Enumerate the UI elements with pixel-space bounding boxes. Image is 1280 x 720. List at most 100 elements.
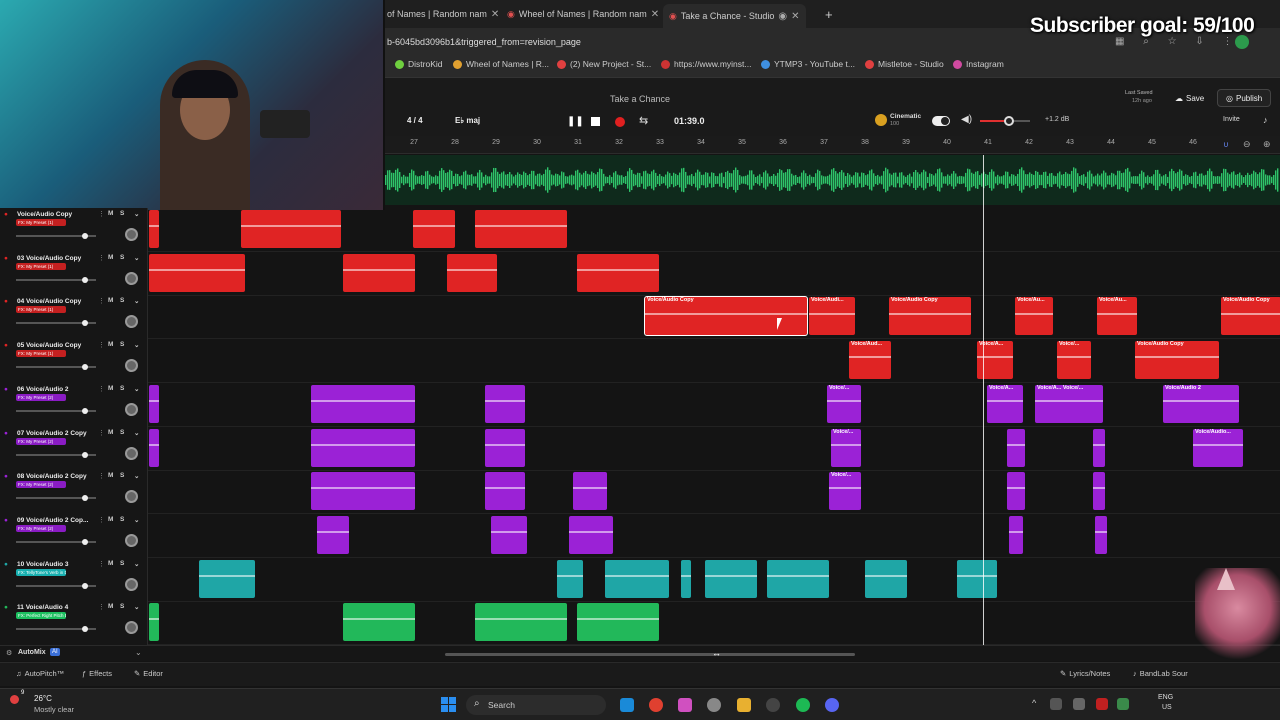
taskbar-search[interactable]: ⌕ Search — [466, 695, 606, 715]
audio-clip[interactable] — [577, 253, 659, 292]
drag-handle-icon[interactable]: ⋮ — [98, 516, 105, 524]
stop-icon[interactable] — [591, 117, 600, 126]
browser-tab-active[interactable]: ◉ Take a Chance - Studio ◉ ✕ — [663, 4, 806, 28]
chevron-down-icon[interactable]: ⌄ — [134, 210, 139, 218]
chevron-down-icon[interactable]: ⌄ — [134, 472, 139, 480]
browser-tab[interactable]: of Names | Random nam ✕ — [387, 4, 499, 24]
slider-thumb[interactable] — [82, 451, 88, 458]
chrome-icon[interactable] — [649, 698, 663, 712]
track-volume-slider[interactable] — [16, 233, 96, 239]
track-name[interactable]: 05 Voice/Audio Copy — [17, 342, 81, 349]
audio-clip[interactable] — [681, 559, 691, 598]
mute-button[interactable]: M — [108, 603, 113, 610]
spotify-icon[interactable] — [796, 698, 810, 712]
slider-thumb[interactable] — [82, 626, 88, 633]
track-name[interactable]: 07 Voice/Audio 2 Copy — [17, 430, 87, 437]
audio-clip[interactable] — [573, 472, 607, 511]
audio-clip[interactable]: Voice/... — [829, 472, 861, 511]
pan-knob[interactable] — [125, 228, 138, 241]
audio-clip[interactable] — [149, 384, 159, 423]
publish-button[interactable]: ◎ Publish — [1217, 89, 1272, 107]
zoom-out-icon[interactable]: ⊖ — [1243, 139, 1251, 150]
automix-label[interactable]: AutoMix — [18, 649, 46, 656]
save-button[interactable]: ☁ Save — [1169, 90, 1210, 106]
audio-clip[interactable] — [1009, 515, 1023, 554]
track-name[interactable]: Voice/Audio Copy — [17, 211, 72, 218]
autopitch-button[interactable]: ♫ AutoPitch™ — [16, 669, 64, 678]
slider-thumb[interactable] — [82, 538, 88, 545]
timeline-ruler[interactable]: 27 28 29 30 31 32 33 34 35 36 37 38 39 40 41 42 43 44 45 46… — [385, 136, 1280, 154]
audio-clip[interactable] — [447, 253, 497, 292]
track-name[interactable]: 08 Voice/Audio 2 Copy — [17, 473, 87, 480]
edge-icon[interactable] — [620, 698, 634, 712]
track-name[interactable]: 04 Voice/Audio Copy — [17, 298, 81, 305]
solo-button[interactable]: S — [120, 603, 124, 610]
pan-knob[interactable] — [125, 315, 138, 329]
audio-clip[interactable] — [311, 384, 415, 423]
track-fx-preset[interactable]: FX: My Preset (2) — [16, 481, 66, 489]
audio-clip[interactable] — [475, 210, 567, 248]
track-fx-preset[interactable]: FX: Perfect Right Pitch Bks — [16, 612, 66, 620]
audio-clip[interactable]: Voice/A... — [987, 384, 1023, 423]
solo-button[interactable]: S — [120, 560, 124, 567]
mute-button[interactable]: M — [108, 560, 113, 567]
track-volume-slider[interactable] — [16, 364, 96, 371]
close-icon[interactable]: ✕ — [651, 9, 659, 20]
settings-icon[interactable] — [707, 698, 721, 712]
audio-clip[interactable]: Voice/Audio 2 — [1163, 384, 1239, 423]
pan-knob[interactable] — [125, 490, 138, 504]
track-volume-slider[interactable] — [16, 582, 96, 589]
audio-clip[interactable]: Voice/... — [827, 384, 861, 423]
copilot-icon[interactable] — [678, 698, 692, 712]
audio-clip[interactable] — [957, 559, 997, 598]
solo-button[interactable]: S — [120, 341, 124, 348]
track-volume-slider[interactable] — [16, 276, 96, 283]
horizontal-scrollbar[interactable] — [445, 653, 855, 656]
slider-thumb[interactable] — [82, 276, 88, 283]
obs-icon[interactable] — [766, 698, 780, 712]
time-signature[interactable]: 4 / 4 — [407, 116, 423, 125]
audio-clip[interactable] — [1007, 428, 1025, 467]
slider-thumb[interactable] — [82, 364, 88, 371]
audio-clip[interactable]: Voice/Au... — [1097, 297, 1137, 336]
key-selector[interactable]: E♭ maj — [455, 116, 480, 125]
audio-clip[interactable] — [605, 559, 669, 598]
track-header[interactable]: ● 04 Voice/Audio Copy FX: My Preset (1) … — [0, 295, 148, 340]
new-tab-button[interactable]: + — [825, 4, 833, 24]
bell-icon[interactable]: ♪ — [1263, 115, 1268, 125]
track-volume-slider[interactable] — [16, 626, 96, 633]
drag-handle-icon[interactable]: ⋮ — [98, 341, 105, 349]
track-header[interactable]: ● 05 Voice/Audio Copy FX: My Preset (1) … — [0, 339, 148, 384]
drag-handle-icon[interactable]: ⋮ — [98, 603, 105, 611]
track-header[interactable]: ● 09 Voice/Audio 2 Cop... FX: My Preset … — [0, 513, 148, 558]
audio-clip[interactable]: Voice/Audio Copy — [889, 297, 971, 336]
audio-clip[interactable] — [485, 472, 525, 511]
bookmark-item[interactable]: YTMP3 - YouTube t... — [761, 59, 855, 69]
pan-knob[interactable] — [125, 446, 138, 460]
close-icon[interactable]: ✕ — [491, 9, 499, 20]
record-icon[interactable] — [615, 117, 625, 127]
track-name[interactable]: 06 Voice/Audio 2 — [17, 386, 69, 393]
audio-clip[interactable] — [149, 253, 245, 292]
cinematic-toggle[interactable] — [932, 116, 950, 126]
audio-clip[interactable] — [343, 603, 415, 642]
slider-thumb[interactable] — [82, 407, 88, 414]
track-volume-slider[interactable] — [16, 495, 96, 502]
mute-button[interactable]: M — [108, 210, 113, 217]
mute-button[interactable]: M — [108, 341, 113, 348]
track-header[interactable]: ● 03 Voice/Audio Copy FX: My Preset (1) … — [0, 251, 148, 296]
track-fx-preset[interactable]: FX: My Preset (1) — [16, 262, 66, 270]
track-name[interactable]: 09 Voice/Audio 2 Cop... — [17, 517, 88, 524]
drag-handle-icon[interactable]: ⋮ — [98, 385, 105, 393]
invite-button[interactable]: Invite — [1223, 116, 1240, 123]
track-header[interactable]: ● Voice/Audio Copy FX: My Preset (1) ⋮ M… — [0, 208, 148, 252]
pan-knob[interactable] — [125, 359, 138, 373]
playhead[interactable] — [983, 155, 984, 660]
loop-icon[interactable]: ⇆ — [639, 114, 648, 127]
audio-clip[interactable] — [1093, 472, 1105, 511]
audio-clip[interactable] — [149, 603, 159, 642]
audio-clip[interactable] — [199, 559, 255, 598]
discord-icon[interactable] — [825, 698, 839, 712]
slider-thumb[interactable] — [82, 320, 88, 327]
audio-clip[interactable] — [343, 253, 415, 292]
